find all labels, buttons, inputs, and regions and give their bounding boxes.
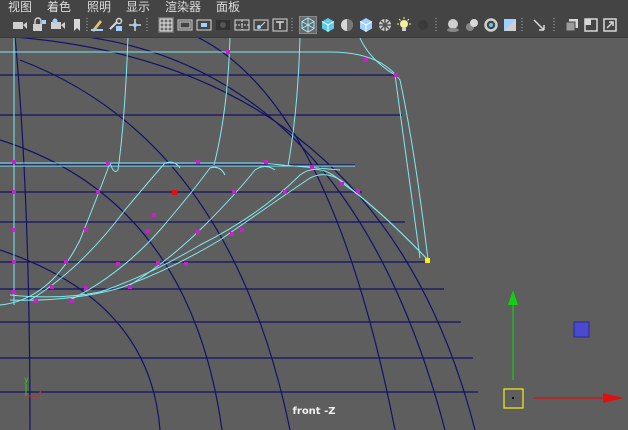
menu-renderer[interactable]: 渲染器 (165, 0, 201, 15)
lighting-icon[interactable] (339, 17, 355, 33)
xray-joints-icon[interactable] (464, 17, 480, 33)
field-chart-icon[interactable] (215, 17, 231, 33)
panel-maximize-icon[interactable] (602, 17, 618, 33)
camera-view-label: front -Z (292, 406, 336, 417)
resolution-gate-icon[interactable] (177, 17, 193, 33)
gate-mask-icon[interactable] (196, 17, 212, 33)
selected-cv-point[interactable] (172, 190, 177, 195)
menu-view[interactable]: 视图 (8, 0, 32, 15)
film-gate-mask-icon[interactable] (158, 17, 174, 33)
camera-lock-icon[interactable] (31, 17, 47, 33)
scene-canvas[interactable]: y x (0, 38, 628, 430)
camera-attributes-icon[interactable] (50, 17, 66, 33)
two-sided-icon[interactable] (502, 17, 518, 33)
wireframe-icon[interactable] (299, 16, 317, 34)
menu-bar: 视图 着色 照明 显示 渲染器 面板 (0, 0, 628, 15)
grease-pencil-icon[interactable] (89, 17, 105, 33)
menu-panels[interactable]: 面板 (216, 0, 240, 15)
cv-points[interactable] (12, 50, 398, 303)
menu-show[interactable]: 显示 (126, 0, 150, 15)
camera-icon[interactable] (12, 17, 28, 33)
manip-y-arrow[interactable] (508, 290, 518, 305)
xray-active-icon[interactable] (483, 17, 499, 33)
viewport-front[interactable]: y x front -Z (0, 38, 628, 430)
axis-y-label: y (24, 375, 29, 384)
panel-single-icon[interactable] (583, 17, 599, 33)
axis-x-label: x (38, 387, 43, 396)
manip-center-dot (512, 397, 514, 399)
move-manipulator[interactable] (503, 290, 624, 409)
smooth-shade-icon[interactable] (320, 17, 336, 33)
depth-peel-icon[interactable] (531, 17, 547, 33)
manip-z-plane[interactable] (573, 321, 590, 338)
text-t-icon[interactable] (272, 17, 288, 33)
manip-x-arrow[interactable] (603, 393, 624, 403)
menu-shading[interactable]: 着色 (47, 0, 71, 15)
textured-icon[interactable] (358, 17, 374, 33)
grid-lines (0, 38, 478, 430)
shadows-icon[interactable] (415, 17, 431, 33)
safe-action-icon[interactable] (234, 17, 250, 33)
grid-icon[interactable] (127, 17, 143, 33)
panel-layout-icon[interactable] (564, 17, 580, 33)
active-cv-point[interactable] (425, 258, 430, 263)
panel-toolbar (0, 15, 628, 38)
default-light-icon[interactable] (396, 17, 412, 33)
bookmark-icon[interactable] (69, 17, 85, 33)
menu-lighting[interactable]: 照明 (87, 0, 111, 15)
film-gate-icon[interactable] (108, 17, 124, 33)
safe-title-icon[interactable] (253, 17, 269, 33)
isolate-select-icon[interactable] (445, 17, 461, 33)
view-axis-gizmo: y x (24, 375, 43, 397)
xray-icon[interactable] (377, 17, 393, 33)
